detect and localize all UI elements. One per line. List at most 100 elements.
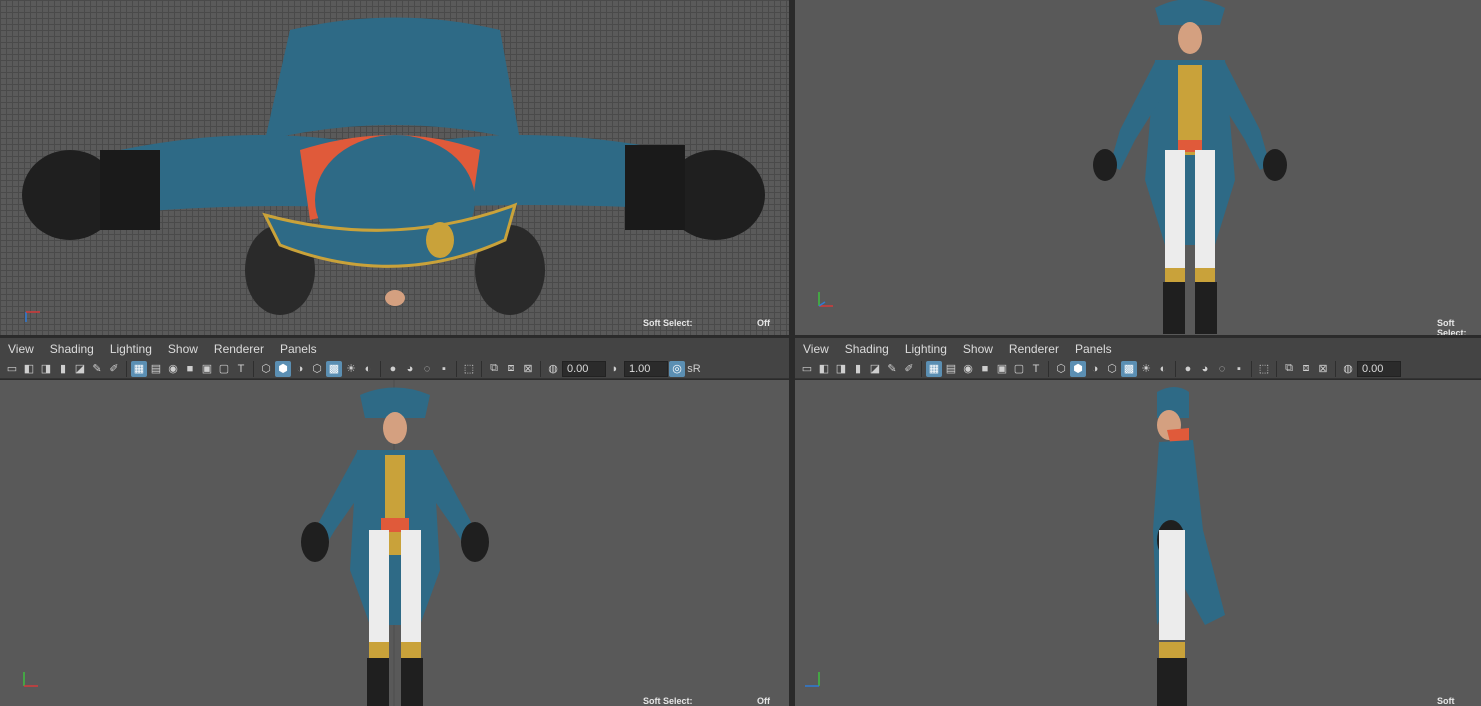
character-perspective bbox=[1093, 0, 1287, 334]
panel-menubar-front: View Shading Lighting Show Renderer Pane… bbox=[0, 338, 789, 360]
exposure-field[interactable]: 0.00 bbox=[562, 360, 606, 377]
menu-view[interactable]: View bbox=[795, 342, 837, 356]
textured-icon[interactable]: ▩ bbox=[1121, 360, 1137, 377]
viewport-perspective[interactable]: Soft Select: bbox=[795, 0, 1481, 335]
exposure-icon[interactable]: ◍ bbox=[1340, 361, 1356, 377]
depth-of-field-icon[interactable]: ▪ bbox=[436, 361, 452, 377]
soft-select-value: Off bbox=[757, 696, 770, 706]
viewport-front[interactable]: Soft Select: Off bbox=[0, 380, 789, 706]
wireframe-on-shaded-icon[interactable]: ⬡ bbox=[309, 361, 325, 377]
smooth-shade-icon[interactable]: ⬢ bbox=[1070, 360, 1086, 377]
menu-renderer[interactable]: Renderer bbox=[206, 342, 272, 356]
anti-aliasing-icon[interactable]: ◌ bbox=[1214, 361, 1230, 377]
toolbar-separator bbox=[1251, 360, 1252, 377]
menu-lighting[interactable]: Lighting bbox=[897, 342, 955, 356]
toolbar-separator bbox=[253, 360, 254, 377]
soft-select-label: Soft Select: bbox=[643, 696, 693, 706]
camera-attr-icon[interactable]: ◧ bbox=[816, 361, 832, 377]
two-d-pan-icon[interactable]: ✎ bbox=[884, 361, 900, 377]
menu-panels[interactable]: Panels bbox=[1067, 342, 1120, 356]
film-gate-icon[interactable]: ▤ bbox=[148, 361, 164, 377]
safe-action-icon[interactable]: ▢ bbox=[1011, 361, 1027, 377]
grid-icon[interactable]: ▦ bbox=[926, 360, 942, 377]
wireframe-icon[interactable]: ⬡ bbox=[1053, 361, 1069, 377]
safe-action-icon[interactable]: ▢ bbox=[216, 361, 232, 377]
default-material-icon[interactable]: ◑ bbox=[292, 361, 308, 377]
exposure-field[interactable]: 0.00 bbox=[1357, 360, 1401, 377]
smooth-shade-icon[interactable]: ⬢ bbox=[275, 360, 291, 377]
bookmark-camera-icon[interactable]: ◨ bbox=[38, 361, 54, 377]
camera-icon[interactable]: ▭ bbox=[4, 361, 20, 377]
menu-shading[interactable]: Shading bbox=[42, 342, 102, 356]
xray-icon[interactable]: ⧉ bbox=[486, 361, 502, 377]
gate-mask-icon[interactable]: ■ bbox=[977, 361, 993, 377]
gate-mask-icon[interactable]: ■ bbox=[182, 361, 198, 377]
field-chart-icon[interactable]: ▣ bbox=[994, 361, 1010, 377]
toolbar-separator bbox=[1175, 360, 1176, 377]
grid-icon[interactable]: ▦ bbox=[131, 360, 147, 377]
wireframe-on-shaded-icon[interactable]: ⬡ bbox=[1104, 361, 1120, 377]
resolution-gate-icon[interactable]: ◉ bbox=[165, 361, 181, 377]
menu-renderer[interactable]: Renderer bbox=[1001, 342, 1067, 356]
character-side-view bbox=[1153, 387, 1225, 706]
menu-view[interactable]: View bbox=[0, 342, 42, 356]
toolbar-separator bbox=[481, 360, 482, 377]
default-material-icon[interactable]: ◑ bbox=[1087, 361, 1103, 377]
textured-icon[interactable]: ▩ bbox=[326, 360, 342, 377]
anti-aliasing-icon[interactable]: ◌ bbox=[419, 361, 435, 377]
soft-select-value: Off bbox=[757, 318, 770, 328]
isolate-select-icon[interactable]: ⬚ bbox=[461, 361, 477, 377]
camera-icon[interactable]: ▭ bbox=[799, 361, 815, 377]
screen-space-ao-icon[interactable]: ● bbox=[1180, 361, 1196, 377]
menu-show[interactable]: Show bbox=[955, 342, 1001, 356]
soft-select-label: Soft Select: bbox=[643, 318, 693, 328]
shadows-icon[interactable]: ◐ bbox=[360, 361, 376, 377]
bookmark-camera-icon[interactable]: ◨ bbox=[833, 361, 849, 377]
viewport-side[interactable]: Soft Select: bbox=[795, 380, 1481, 706]
screen-space-ao-icon[interactable]: ● bbox=[385, 361, 401, 377]
motion-blur-icon[interactable]: ◕ bbox=[1197, 361, 1213, 377]
grease-pencil-icon[interactable]: ✐ bbox=[106, 361, 122, 377]
toolbar-separator bbox=[126, 360, 127, 377]
lights-icon[interactable]: ☀ bbox=[1138, 361, 1154, 377]
xray-joints-icon[interactable]: ⧈ bbox=[503, 361, 519, 377]
srgb-label[interactable]: sR bbox=[686, 361, 702, 377]
gamma-icon[interactable]: ◗ bbox=[607, 361, 623, 377]
soft-select-label: Soft Select: bbox=[1437, 318, 1467, 335]
two-d-pan-icon[interactable]: ✎ bbox=[89, 361, 105, 377]
color-management-icon[interactable]: ◎ bbox=[669, 360, 685, 377]
wireframe-icon[interactable]: ⬡ bbox=[258, 361, 274, 377]
gamma-field[interactable]: 1.00 bbox=[624, 360, 668, 377]
xray-components-icon[interactable]: ⊠ bbox=[520, 361, 536, 377]
bookmark-icon[interactable]: ▮ bbox=[850, 361, 866, 377]
film-gate-icon[interactable]: ▤ bbox=[943, 361, 959, 377]
xray-joints-icon[interactable]: ⧈ bbox=[1298, 361, 1314, 377]
motion-blur-icon[interactable]: ◕ bbox=[402, 361, 418, 377]
lights-icon[interactable]: ☀ bbox=[343, 361, 359, 377]
image-plane-icon[interactable]: ◪ bbox=[867, 361, 883, 377]
shadows-icon[interactable]: ◐ bbox=[1155, 361, 1171, 377]
bookmark-icon[interactable]: ▮ bbox=[55, 361, 71, 377]
xray-components-icon[interactable]: ⊠ bbox=[1315, 361, 1331, 377]
exposure-icon[interactable]: ◍ bbox=[545, 361, 561, 377]
safe-title-icon[interactable]: T bbox=[233, 361, 249, 377]
field-chart-icon[interactable]: ▣ bbox=[199, 361, 215, 377]
axis-indicator bbox=[23, 672, 38, 687]
safe-title-icon[interactable]: T bbox=[1028, 361, 1044, 377]
menu-shading[interactable]: Shading bbox=[837, 342, 897, 356]
toolbar-separator bbox=[1048, 360, 1049, 377]
camera-attr-icon[interactable]: ◧ bbox=[21, 361, 37, 377]
depth-of-field-icon[interactable]: ▪ bbox=[1231, 361, 1247, 377]
grease-pencil-icon[interactable]: ✐ bbox=[901, 361, 917, 377]
menu-show[interactable]: Show bbox=[160, 342, 206, 356]
image-plane-icon[interactable]: ◪ bbox=[72, 361, 88, 377]
toolbar-separator bbox=[380, 360, 381, 377]
menu-lighting[interactable]: Lighting bbox=[102, 342, 160, 356]
resolution-gate-icon[interactable]: ◉ bbox=[960, 361, 976, 377]
xray-icon[interactable]: ⧉ bbox=[1281, 361, 1297, 377]
viewport-top[interactable]: Soft Select: Off bbox=[0, 0, 789, 335]
toolbar-separator bbox=[1276, 360, 1277, 377]
isolate-select-icon[interactable]: ⬚ bbox=[1256, 361, 1272, 377]
menu-panels[interactable]: Panels bbox=[272, 342, 325, 356]
panel-menubar-side: View Shading Lighting Show Renderer Pane… bbox=[795, 338, 1481, 360]
